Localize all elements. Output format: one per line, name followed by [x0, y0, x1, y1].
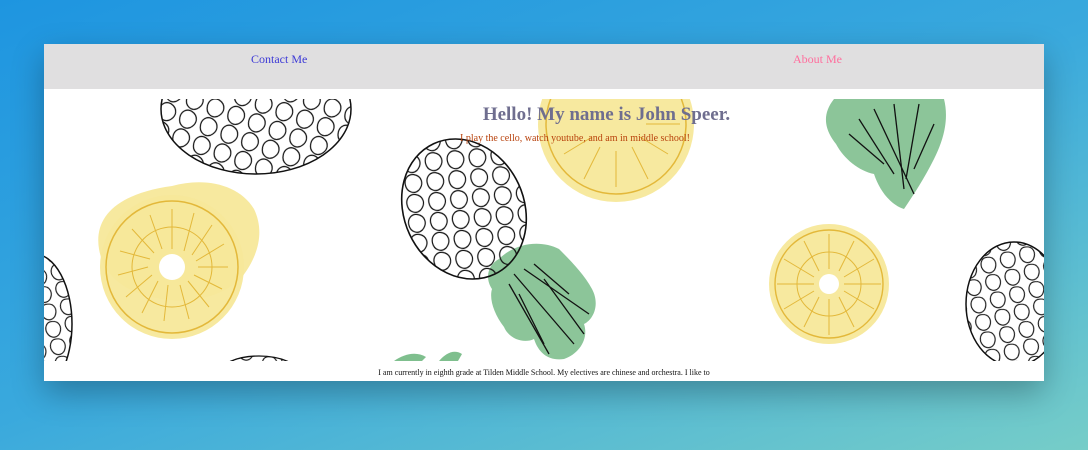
navbar: Contact Me About Me	[44, 44, 1044, 89]
page-subtitle: I play the cello, watch youtube, and am …	[460, 133, 690, 144]
pineapple-edge-left	[44, 255, 73, 361]
bio-paragraph: I am currently in eighth grade at Tilden…	[378, 368, 710, 377]
nav-link-contact-me[interactable]: Contact Me	[251, 52, 307, 67]
pineapple-bottom-left	[229, 355, 289, 361]
pineapple-edge-right	[965, 241, 1044, 361]
pineapple-slice-right	[769, 224, 889, 344]
pineapple-leaf-bottom	[394, 351, 462, 361]
hero-banner: Hello! My name is John Speer. I play the…	[44, 99, 1044, 361]
nav-link-about-me[interactable]: About Me	[793, 52, 842, 67]
page-title: Hello! My name is John Speer.	[482, 104, 731, 125]
browser-window: Contact Me About Me Hello! My name is Jo…	[44, 44, 1044, 381]
pineapple-slice-left	[98, 182, 260, 339]
